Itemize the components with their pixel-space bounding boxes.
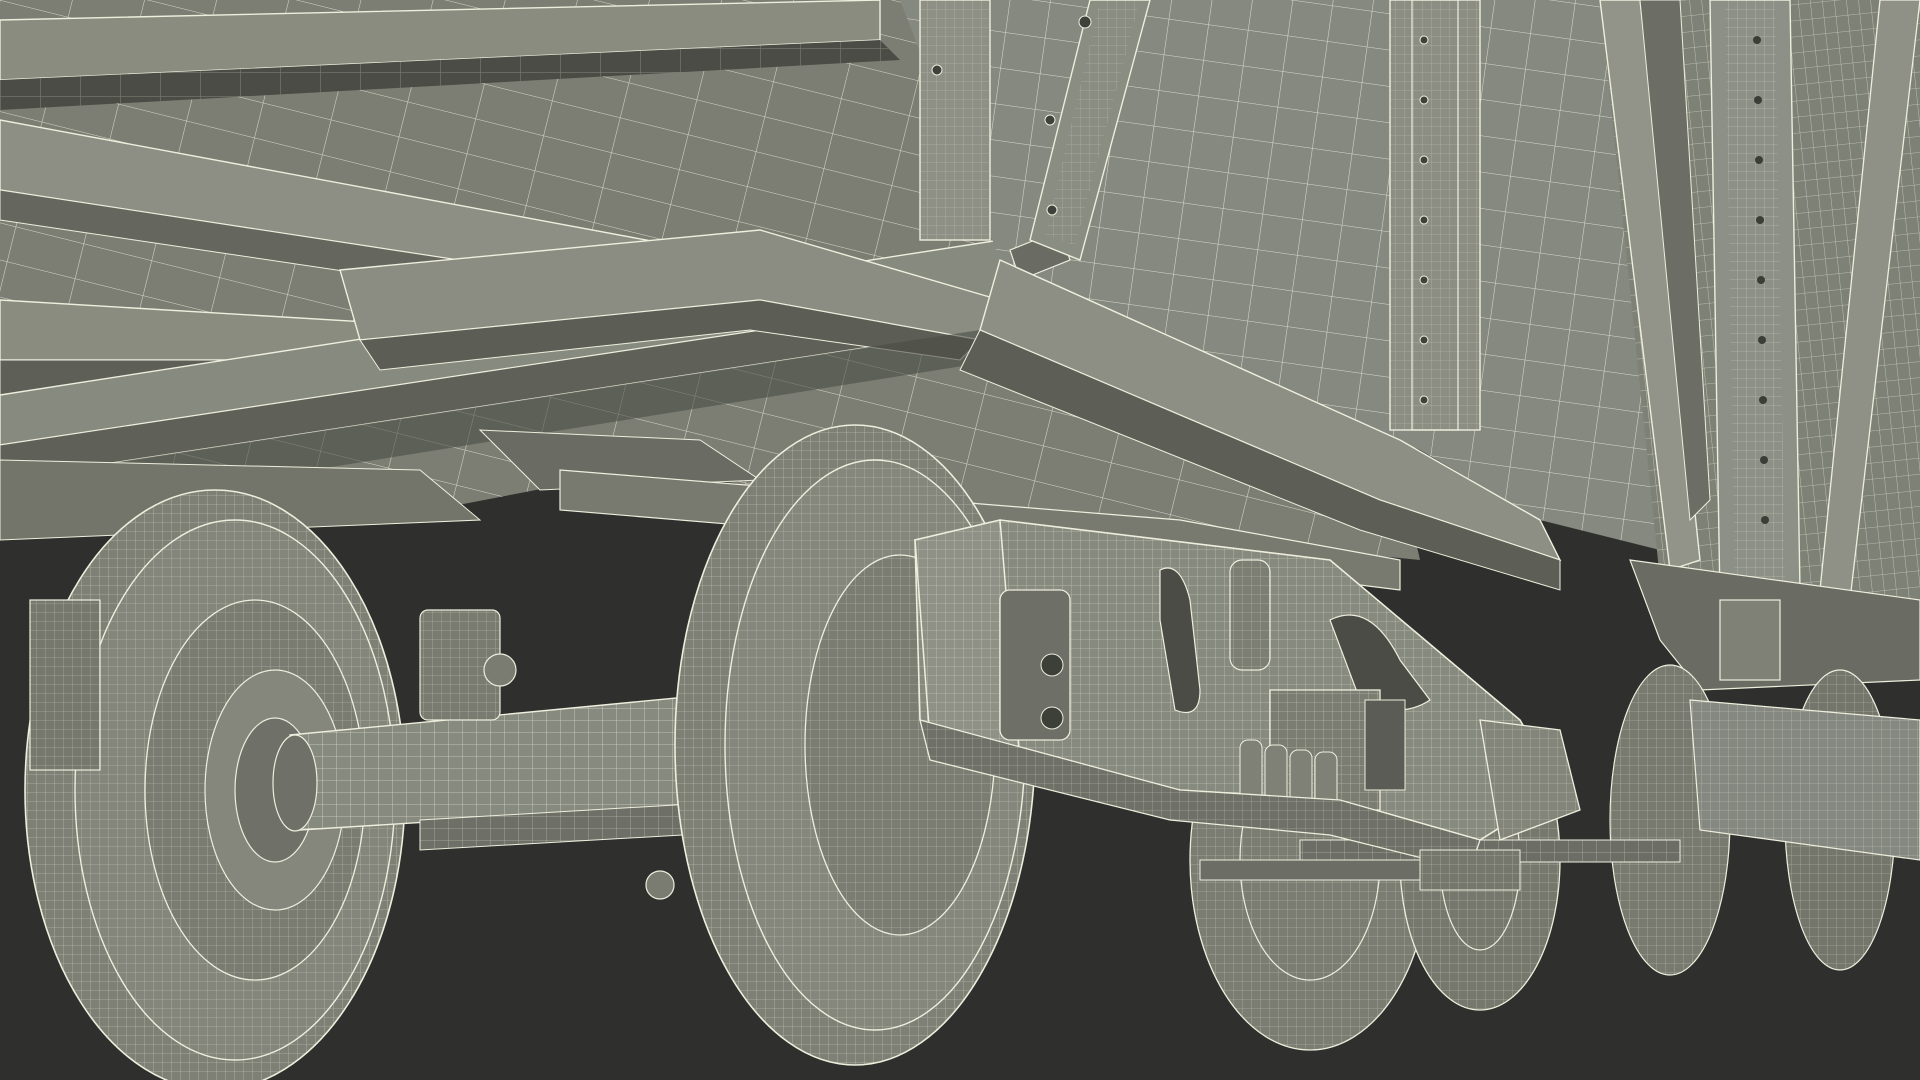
wireframe-render [0,0,1920,1080]
car-end-hopper [1599,0,1920,691]
render-viewport [0,0,1920,1080]
